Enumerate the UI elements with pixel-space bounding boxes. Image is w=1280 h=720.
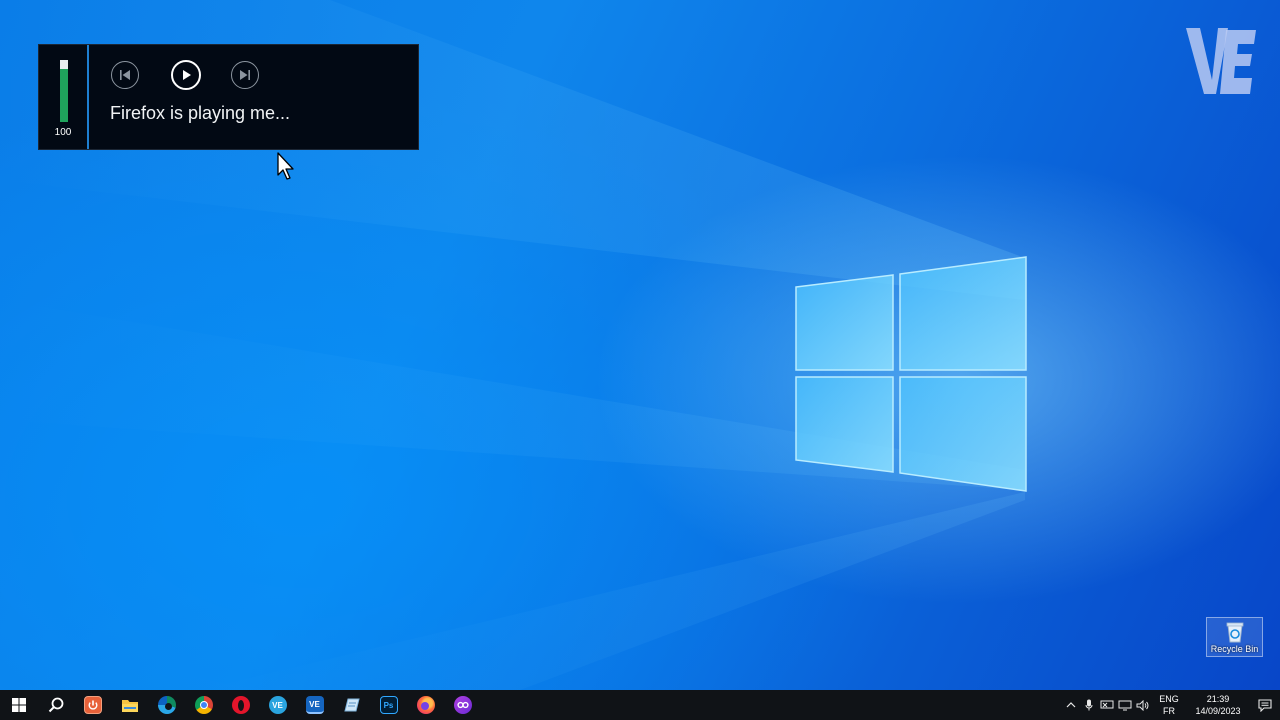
- tray-volume-button[interactable]: [1134, 690, 1152, 720]
- tray-microphone-button[interactable]: [1080, 690, 1098, 720]
- taskbar-app-ve-2[interactable]: VE: [296, 690, 333, 720]
- windows-start-icon: [11, 698, 26, 712]
- chevron-up-icon: [1066, 702, 1076, 708]
- taskbar-app-media[interactable]: [444, 690, 481, 720]
- system-tray: ENG FR 21:39 14/09/2023: [1062, 690, 1280, 720]
- input-language-indicator[interactable]: ENG FR: [1152, 690, 1186, 720]
- taskbar-app-edge[interactable]: [148, 690, 185, 720]
- media-controls-pane: Firefox is playing me...: [89, 45, 418, 149]
- monitor-icon: [1118, 700, 1132, 710]
- show-hidden-icons-button[interactable]: [1062, 690, 1080, 720]
- ve-icon: VE: [268, 696, 287, 714]
- taskbar-app-chrome[interactable]: [185, 690, 222, 720]
- network-disconnected-icon: [1100, 700, 1114, 709]
- power-app-icon: [83, 696, 102, 714]
- folder-icon: [121, 699, 138, 712]
- tray-display-button[interactable]: [1116, 690, 1134, 720]
- firefox-icon: [416, 696, 435, 714]
- ve-watermark-logo: [1186, 28, 1256, 94]
- taskbar-clock[interactable]: 21:39 14/09/2023: [1186, 690, 1250, 720]
- media-app-icon: [453, 696, 472, 714]
- taskbar-app-file-explorer[interactable]: [111, 690, 148, 720]
- taskbar-app-power[interactable]: [74, 690, 111, 720]
- play-button[interactable]: [171, 60, 201, 90]
- chrome-icon: [194, 696, 213, 714]
- taskbar-app-opera[interactable]: [222, 690, 259, 720]
- next-track-icon: [240, 70, 250, 80]
- photoshop-icon: Ps: [379, 696, 398, 714]
- taskbar: VE VE Ps ENG FR 21:39 14/09/2023: [0, 690, 1280, 720]
- microphone-icon: [1085, 699, 1093, 711]
- recycle-bin[interactable]: Recycle Bin: [1206, 617, 1263, 657]
- previous-track-button[interactable]: [111, 61, 139, 89]
- edge-icon: [157, 696, 176, 714]
- next-track-button[interactable]: [231, 61, 259, 89]
- opera-icon: [231, 696, 250, 714]
- notepad-icon: [343, 698, 360, 712]
- taskbar-app-ve-1[interactable]: VE: [259, 690, 296, 720]
- taskbar-app-photoshop[interactable]: Ps: [370, 690, 407, 720]
- taskbar-search-button[interactable]: [37, 690, 74, 720]
- language-line-2: FR: [1163, 706, 1175, 716]
- notification-icon: [1258, 698, 1272, 712]
- volume-pane: 100: [39, 45, 89, 149]
- action-center-button[interactable]: [1250, 690, 1280, 720]
- clock-date: 14/09/2023: [1195, 706, 1241, 716]
- media-title: Firefox is playing me...: [110, 103, 291, 123]
- recycle-bin-label: Recycle Bin: [1210, 644, 1259, 654]
- search-icon: [48, 697, 63, 713]
- taskbar-app-firefox[interactable]: [407, 690, 444, 720]
- media-volume-flyout: 100 Firefox is playing me...: [38, 44, 419, 150]
- start-button[interactable]: [0, 690, 37, 720]
- mouse-pointer-icon: [277, 152, 294, 180]
- tray-network-status-button[interactable]: [1098, 690, 1116, 720]
- language-line-1: ENG: [1159, 694, 1179, 704]
- volume-slider-fill: [60, 68, 68, 122]
- clock-time: 21:39: [1206, 694, 1230, 704]
- volume-value: 100: [54, 127, 72, 138]
- volume-slider[interactable]: [60, 60, 68, 122]
- ve-icon: VE: [305, 696, 324, 714]
- play-icon: [183, 70, 191, 80]
- windows-wallpaper-logo: [795, 256, 1027, 492]
- taskbar-app-notes[interactable]: [333, 690, 370, 720]
- previous-track-icon: [120, 70, 130, 80]
- speaker-icon: [1136, 699, 1149, 711]
- recycle-bin-icon: [1226, 622, 1243, 643]
